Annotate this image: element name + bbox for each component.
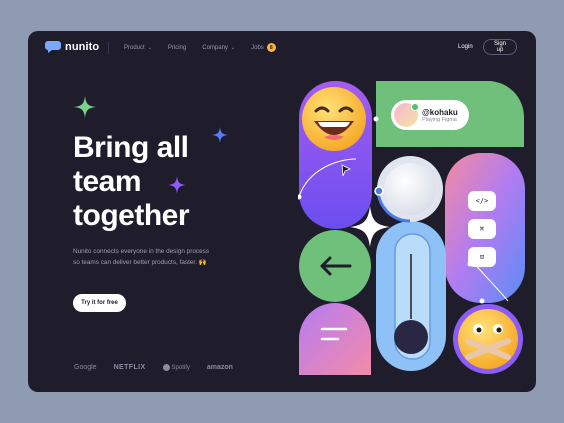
brand-netflix: NETFLIX (113, 364, 146, 371)
nav-company[interactable]: Company ⌄ (202, 45, 235, 51)
login-link[interactable]: Login (458, 44, 473, 50)
profile-card[interactable]: @kohaku Playing Figma (391, 100, 469, 130)
brand-spotify-label: Spotify (171, 364, 190, 371)
profile-status: Playing Figma (422, 116, 457, 123)
crop-icon[interactable]: ⊡ (468, 247, 496, 267)
sparkle-white-icon (350, 206, 390, 247)
sparkle-green-icon (74, 96, 96, 118)
online-status-dot (411, 103, 419, 111)
nav-jobs-label: Jobs (251, 44, 264, 51)
nav-divider (108, 42, 109, 54)
signup-button[interactable]: Sign up (483, 39, 517, 55)
nav-jobs[interactable]: Jobs 8 (251, 43, 276, 52)
logo[interactable]: nunito (45, 41, 99, 53)
slider-track[interactable] (395, 234, 430, 359)
try-free-button[interactable]: Try it for free (73, 294, 126, 312)
top-nav: nunito Product ⌄ Pricing Company ⌄ Jobs 8 L… (28, 31, 536, 65)
logo-text: nunito (65, 41, 100, 53)
spotify-icon (162, 364, 170, 371)
hero-title: Bring all team together (73, 131, 190, 233)
brand-google: Google (74, 364, 97, 371)
nav-links: Product ⌄ Pricing Company ⌄ Jobs 8 (124, 43, 276, 52)
brand-spotify: Spotify (162, 364, 190, 371)
profile-handle: @kohaku (422, 107, 458, 117)
avatar (394, 103, 419, 127)
command-icon[interactable]: ⌘ (468, 219, 496, 239)
hero-title-line-3: together (73, 199, 190, 232)
nav-product-label: Product (124, 44, 145, 51)
muted-emoji-icon (453, 304, 523, 374)
app-window: nunito Product ⌄ Pricing Company ⌄ Jobs 8 L… (28, 31, 536, 392)
hero-title-line-2: team (73, 165, 142, 198)
sparkle-blue-icon (212, 127, 228, 143)
nav-pricing-label: Pricing (167, 44, 187, 51)
hero-description: Nunito connects everyone in the design p… (73, 248, 210, 266)
chevron-down-icon: ⌄ (230, 44, 236, 51)
profile-text: @kohaku Playing Figma (422, 108, 458, 123)
chat-bubble-icon (45, 41, 61, 53)
chevron-down-icon: ⌄ (147, 44, 152, 51)
code-icon[interactable]: </> (468, 191, 496, 211)
hero-illustration: @kohaku Playing Figma </> ⌘ ⊡ (298, 79, 526, 379)
nav-pricing[interactable]: Pricing (168, 45, 186, 51)
laughing-emoji-icon (302, 87, 366, 151)
nav-product[interactable]: Product ⌄ (124, 45, 152, 51)
brand-amazon: amazon (206, 364, 233, 371)
hero-title-line-1: Bring all (73, 131, 189, 164)
jobs-count-badge: 8 (266, 43, 276, 52)
brand-logos: Google NETFLIX Spotify amazon (74, 364, 233, 371)
menu-icon[interactable] (314, 319, 354, 347)
nav-company-label: Company (202, 44, 228, 51)
